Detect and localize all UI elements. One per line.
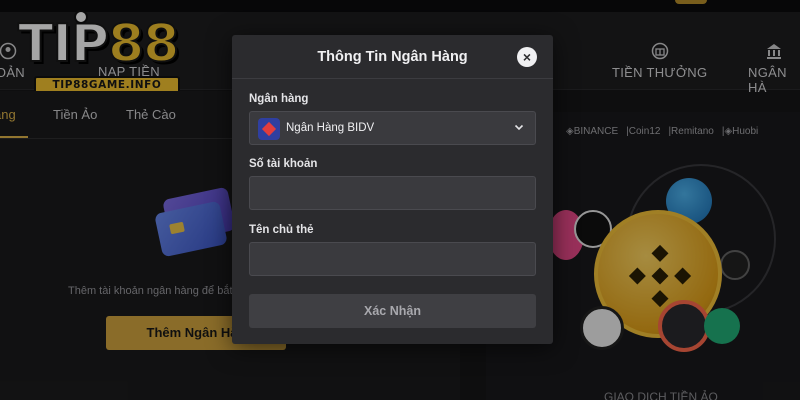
bank-select-label: Ngân hàng (249, 93, 309, 105)
account-number-label: Số tài khoản (249, 158, 318, 170)
bank-select-value: Ngân Hàng BIDV (286, 122, 375, 134)
page: IOẢN NẠP TIỀN TIỀN THƯỞNG NGÂN HÀ TIP88 … (0, 0, 800, 400)
card-holder-input[interactable] (249, 242, 536, 276)
bank-select[interactable]: Ngân Hàng BIDV (249, 111, 536, 145)
account-number-input[interactable] (249, 176, 536, 210)
modal-header: Thông Tin Ngân Hàng × (232, 35, 553, 79)
bank-info-modal: Thông Tin Ngân Hàng × Ngân hàng Ngân Hàn… (232, 35, 553, 344)
chevron-down-icon (514, 124, 524, 131)
modal-title: Thông Tin Ngân Hàng (317, 49, 468, 65)
card-holder-label: Tên chủ thẻ (249, 224, 314, 236)
confirm-button[interactable]: Xác Nhận (249, 294, 536, 328)
bidv-logo-icon (258, 118, 280, 140)
close-icon[interactable]: × (517, 47, 537, 67)
